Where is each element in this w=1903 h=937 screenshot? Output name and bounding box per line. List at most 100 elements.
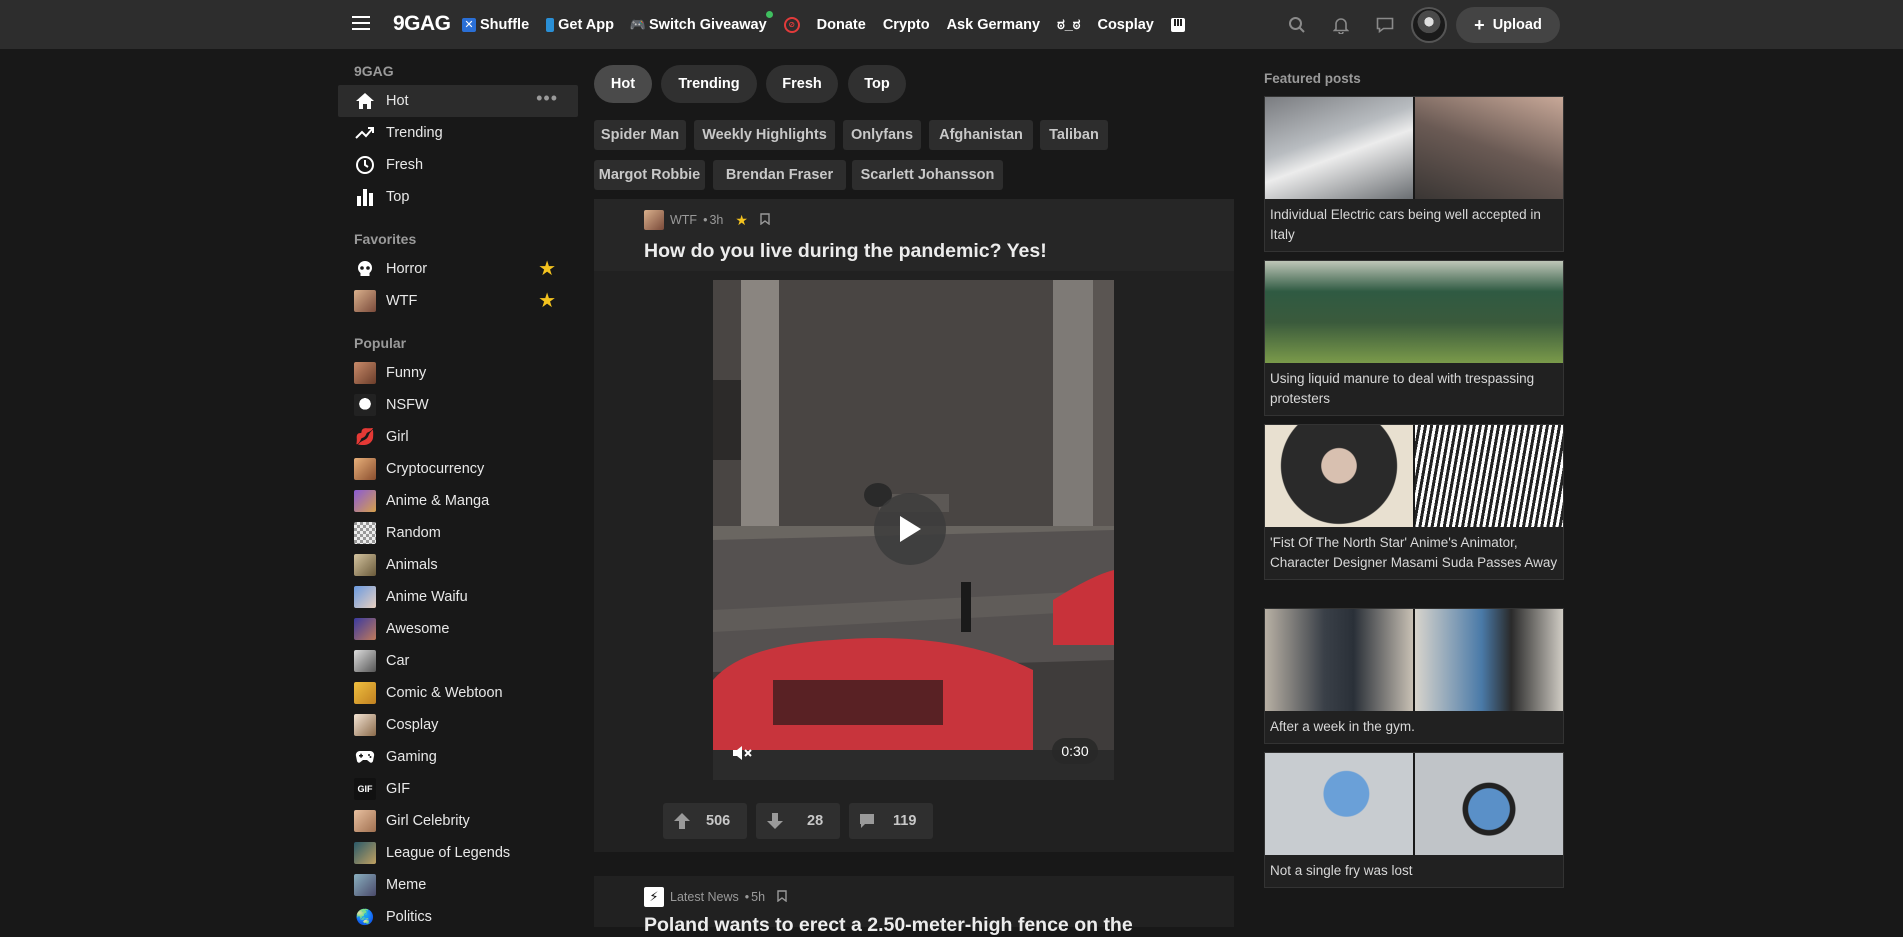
featured-posts-title: Featured posts xyxy=(1264,71,1361,86)
bell-icon[interactable] xyxy=(1331,15,1351,35)
bookmark-icon[interactable] xyxy=(760,212,770,228)
nav-donate[interactable]: Donate xyxy=(817,17,866,33)
lightning-icon[interactable]: ⚡ xyxy=(644,887,664,907)
sidebar-item-comic-webtoon[interactable]: Comic & Webtoon xyxy=(338,677,578,709)
featured-post[interactable]: Individual Electric cars being well acce… xyxy=(1264,96,1564,252)
sidebar-item-awesome[interactable]: Awesome xyxy=(338,613,578,645)
tag-chip[interactable]: Afghanistan xyxy=(929,120,1033,150)
sidebar-item-girl-celebrity[interactable]: Girl Celebrity xyxy=(338,805,578,837)
tab-fresh[interactable]: Fresh xyxy=(766,65,838,103)
post-title[interactable]: How do you live during the pandemic? Yes… xyxy=(644,240,1047,263)
video-player[interactable]: 0:30 xyxy=(713,280,1114,780)
nav-piano[interactable] xyxy=(1170,17,1185,32)
featured-post[interactable]: 'Fist Of The North Star' Anime's Animato… xyxy=(1264,424,1564,580)
tag-chip[interactable]: Taliban xyxy=(1040,120,1108,150)
logo[interactable]: 9GAG xyxy=(393,12,451,36)
section-title-popular: Popular xyxy=(354,335,407,351)
tab-trending[interactable]: Trending xyxy=(661,65,757,103)
sidebar-item-cosplay[interactable]: Cosplay xyxy=(338,709,578,741)
sidebar-item-funny[interactable]: Funny xyxy=(338,357,578,389)
menu-icon[interactable] xyxy=(352,16,370,31)
sidebar-item-anime-waifu[interactable]: Anime Waifu xyxy=(338,581,578,613)
new-badge xyxy=(765,10,773,18)
featured-post[interactable]: After a week in the gym. xyxy=(1264,608,1564,744)
sidebar-item-horror[interactable]: Horror ★ xyxy=(338,253,578,285)
tag-chip[interactable]: Weekly Highlights xyxy=(694,120,835,150)
gamepad-icon: 🎮 xyxy=(629,16,647,32)
featured-post[interactable]: Using liquid manure to deal with trespas… xyxy=(1264,260,1564,416)
post-card: WTF • 3h ★ How do you live during the pa… xyxy=(594,199,1234,852)
funny-thumb xyxy=(354,362,376,384)
tag-chip[interactable]: Onlyfans xyxy=(843,120,921,150)
featured-caption: Not a single fry was lost xyxy=(1270,863,1413,878)
clock-icon xyxy=(354,154,376,176)
nav-face[interactable]: ಠ_ಠ xyxy=(1057,17,1080,33)
sidebar-item-hot[interactable]: Hot ••• xyxy=(338,85,578,117)
animals-thumb xyxy=(354,554,376,576)
mute-icon[interactable] xyxy=(727,738,757,768)
post-section[interactable]: WTF xyxy=(670,213,697,227)
section-thumb[interactable] xyxy=(644,210,664,230)
dark-mode-icon[interactable] xyxy=(1243,15,1263,35)
sidebar-item-nsfw[interactable]: NSFW xyxy=(338,389,578,421)
nav-shuffle[interactable]: ✕ Shuffle xyxy=(462,17,529,33)
video-duration: 0:30 xyxy=(1052,738,1098,764)
post-meta: ⚡ Latest News • 5h xyxy=(644,887,787,907)
chat-icon[interactable] xyxy=(1375,15,1395,35)
sidebar-item-politics[interactable]: 🌏 Politics xyxy=(338,901,578,933)
bookmark-icon[interactable] xyxy=(777,889,787,905)
more-options-icon[interactable]: ••• xyxy=(536,89,558,107)
nav-no-ads[interactable]: ⊘ xyxy=(783,16,800,33)
sidebar-item-animals[interactable]: Animals xyxy=(338,549,578,581)
upvote-button[interactable]: 506 xyxy=(663,803,747,839)
post-section[interactable]: Latest News xyxy=(670,890,739,904)
nav-crypto[interactable]: Crypto xyxy=(883,17,930,33)
nsfw-thumb xyxy=(354,394,376,416)
tab-hot[interactable]: Hot xyxy=(594,65,652,103)
section-title-9gag: 9GAG xyxy=(354,63,394,79)
sidebar-item-fresh[interactable]: Fresh xyxy=(338,149,578,181)
sidebar-item-league-of-legends[interactable]: League of Legends xyxy=(338,837,578,869)
nav-switch-giveaway[interactable]: 🎮 Switch Giveaway xyxy=(629,10,773,33)
favorite-star-icon[interactable]: ★ xyxy=(538,259,556,279)
downvote-button[interactable]: 28 xyxy=(756,803,840,839)
tag-chip[interactable]: Spider Man xyxy=(594,120,686,150)
sidebar-item-trending[interactable]: Trending xyxy=(338,117,578,149)
plus-icon: + xyxy=(1474,14,1485,35)
sidebar-item-wtf[interactable]: WTF ★ xyxy=(338,285,578,317)
upload-button[interactable]: + Upload xyxy=(1456,6,1560,43)
nav-get-app[interactable]: Get App xyxy=(546,17,614,33)
sidebar-item-top[interactable]: Top xyxy=(338,181,578,213)
nav-cosplay[interactable]: Cosplay xyxy=(1097,17,1153,33)
user-avatar[interactable] xyxy=(1411,6,1447,43)
wtf-thumb xyxy=(354,290,376,312)
sidebar-item-gaming[interactable]: Gaming xyxy=(338,741,578,773)
tag-chip[interactable]: Scarlett Johansson xyxy=(852,160,1003,190)
lips-icon: 💋 xyxy=(355,429,375,446)
comments-button[interactable]: 119 xyxy=(849,803,933,839)
sidebar-item-anime-manga[interactable]: Anime & Manga xyxy=(338,485,578,517)
featured-thumbnail xyxy=(1265,97,1563,199)
featured-post[interactable]: Not a single fry was lost xyxy=(1264,752,1564,888)
nav-ask-germany[interactable]: Ask Germany xyxy=(947,17,1041,33)
tag-chip[interactable]: Margot Robbie xyxy=(594,160,705,190)
cosplay-thumb xyxy=(354,714,376,736)
sidebar-item-car[interactable]: Car xyxy=(338,645,578,677)
featured-thumbnail xyxy=(1265,753,1563,855)
globe-icon: 🌏 xyxy=(355,909,375,926)
sidebar-item-gif[interactable]: GIF GIF xyxy=(338,773,578,805)
post-title[interactable]: Poland wants to erect a 2.50-meter-high … xyxy=(644,914,1133,937)
sidebar-item-random[interactable]: Random xyxy=(338,517,578,549)
tab-top[interactable]: Top xyxy=(848,65,906,103)
star-icon[interactable]: ★ xyxy=(735,212,748,229)
favorite-star-icon[interactable]: ★ xyxy=(538,291,556,311)
sidebar-item-meme[interactable]: Meme xyxy=(338,869,578,901)
no-ads-icon: ⊘ xyxy=(783,16,800,33)
search-icon[interactable] xyxy=(1287,15,1307,35)
play-icon[interactable] xyxy=(874,493,946,565)
sidebar-item-girl[interactable]: 💋 Girl xyxy=(338,421,578,453)
featured-caption: Using liquid manure to deal with trespas… xyxy=(1270,371,1535,406)
awesome-thumb xyxy=(354,618,376,640)
tag-chip[interactable]: Brendan Fraser xyxy=(713,160,846,190)
sidebar-item-cryptocurrency[interactable]: Cryptocurrency xyxy=(338,453,578,485)
